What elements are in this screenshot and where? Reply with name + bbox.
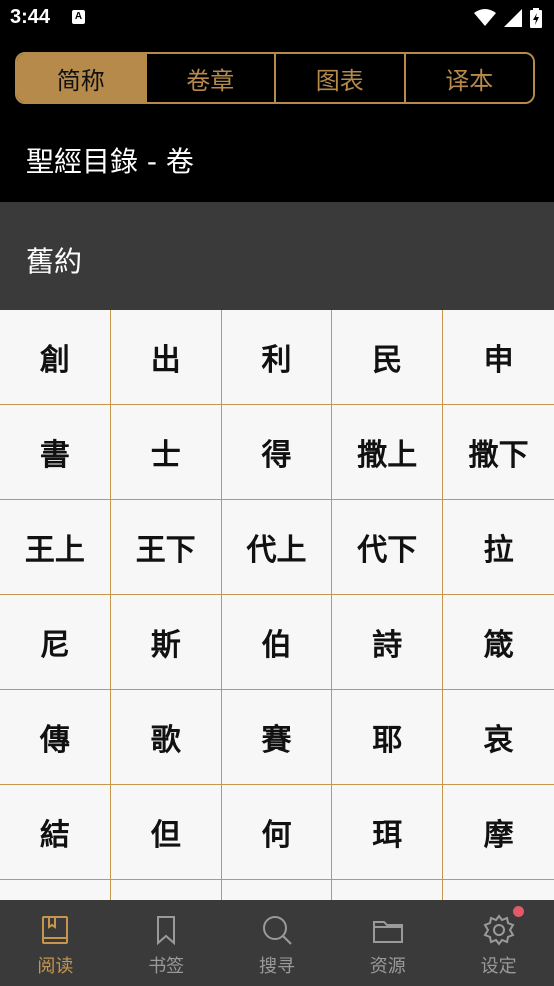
nav-label: 书签 (148, 956, 185, 977)
book-cell[interactable]: 代上 (221, 500, 333, 595)
book-cell[interactable]: 耶 (332, 690, 444, 785)
nav-item-4[interactable]: 设定 (443, 900, 554, 986)
status-time: 3:44 (10, 6, 51, 28)
nav-label: 资源 (369, 956, 406, 977)
status-bar: 3:44 A (0, 0, 554, 38)
book-grid-container[interactable]: 創出利民申書士得撒上 撒下王上 王下 代上 代下拉尼斯伯詩箴傳歌賽耶哀結但何珥摩 (0, 310, 554, 900)
book-cell[interactable]: 摩 (443, 785, 554, 880)
book-cell[interactable]: 出 (110, 310, 222, 405)
book-cell[interactable] (0, 880, 111, 900)
book-cell[interactable] (110, 880, 222, 900)
book-cell[interactable]: 得 (221, 405, 333, 500)
book-cell[interactable]: 斯 (110, 595, 222, 690)
tab-3[interactable]: 译本 (403, 54, 533, 102)
notification-badge (512, 906, 524, 917)
book-cell[interactable]: 伯 (221, 595, 333, 690)
book-reading-icon (42, 916, 69, 944)
book-cell[interactable]: 王上 (0, 500, 111, 595)
book-cell[interactable]: 詩 (332, 595, 444, 690)
nav-label: 搜寻 (258, 956, 295, 977)
book-cell[interactable] (443, 880, 554, 900)
book-cell[interactable]: 箴 (443, 595, 554, 690)
search-icon (262, 916, 292, 945)
nav-item-1[interactable]: 书签 (111, 900, 222, 986)
book-cell[interactable]: 何 (221, 785, 333, 880)
gear-icon (483, 914, 515, 946)
section-header: 舊約 (0, 202, 554, 310)
nav-item-2[interactable]: 搜寻 (222, 900, 333, 986)
book-grid: 創出利民申書士得撒上 撒下王上 王下 代上 代下拉尼斯伯詩箴傳歌賽耶哀結但何珥摩 (0, 310, 554, 900)
nav-label: 阅读 (37, 956, 74, 977)
book-cell[interactable]: 傳 (0, 690, 111, 785)
bookmark-icon (157, 916, 176, 946)
signal-icon (504, 9, 522, 27)
tab-0[interactable]: 简称 (17, 54, 145, 102)
book-cell[interactable]: 王下 (110, 500, 222, 595)
book-cell[interactable]: 民 (332, 310, 444, 405)
wifi-icon (474, 9, 496, 26)
book-cell[interactable]: 申 (443, 310, 554, 405)
notification-icon: A (72, 10, 85, 24)
book-cell[interactable]: 歌 (110, 690, 222, 785)
book-cell[interactable] (221, 880, 333, 900)
tab-1[interactable]: 卷章 (144, 54, 274, 102)
book-cell[interactable]: 創 (0, 310, 111, 405)
folder-icon (372, 921, 403, 943)
nav-item-3[interactable]: 资源 (332, 900, 443, 986)
book-cell[interactable]: 利 (221, 310, 333, 405)
book-cell[interactable]: 賽 (221, 690, 333, 785)
tab-2[interactable]: 图表 (274, 54, 404, 102)
book-cell[interactable]: 書 (0, 405, 111, 500)
book-cell[interactable]: 撒下 (443, 405, 554, 500)
book-cell[interactable]: 結 (0, 785, 111, 880)
book-cell[interactable]: 尼 (0, 595, 111, 690)
section-label: 舊約 (26, 245, 83, 278)
status-icons (474, 7, 542, 29)
bottom-nav: 阅读 书签 搜寻 资源 设定 (0, 900, 554, 986)
book-cell[interactable]: 代下 (332, 500, 444, 595)
nav-label: 设定 (480, 956, 517, 977)
battery-icon (530, 8, 542, 28)
book-cell[interactable]: 但 (110, 785, 222, 880)
view-mode-tabs: 简称 卷章 图表 译本 (15, 52, 535, 104)
book-cell[interactable]: 撒上 (332, 405, 444, 500)
book-cell[interactable]: 哀 (443, 690, 554, 785)
book-cell[interactable]: 珥 (332, 785, 444, 880)
nav-item-0[interactable]: 阅读 (0, 900, 111, 986)
book-cell[interactable]: 拉 (443, 500, 554, 595)
book-cell[interactable]: 士 (110, 405, 222, 500)
page-title: 聖經目錄 - 卷 (26, 145, 194, 178)
book-cell[interactable] (332, 880, 444, 900)
